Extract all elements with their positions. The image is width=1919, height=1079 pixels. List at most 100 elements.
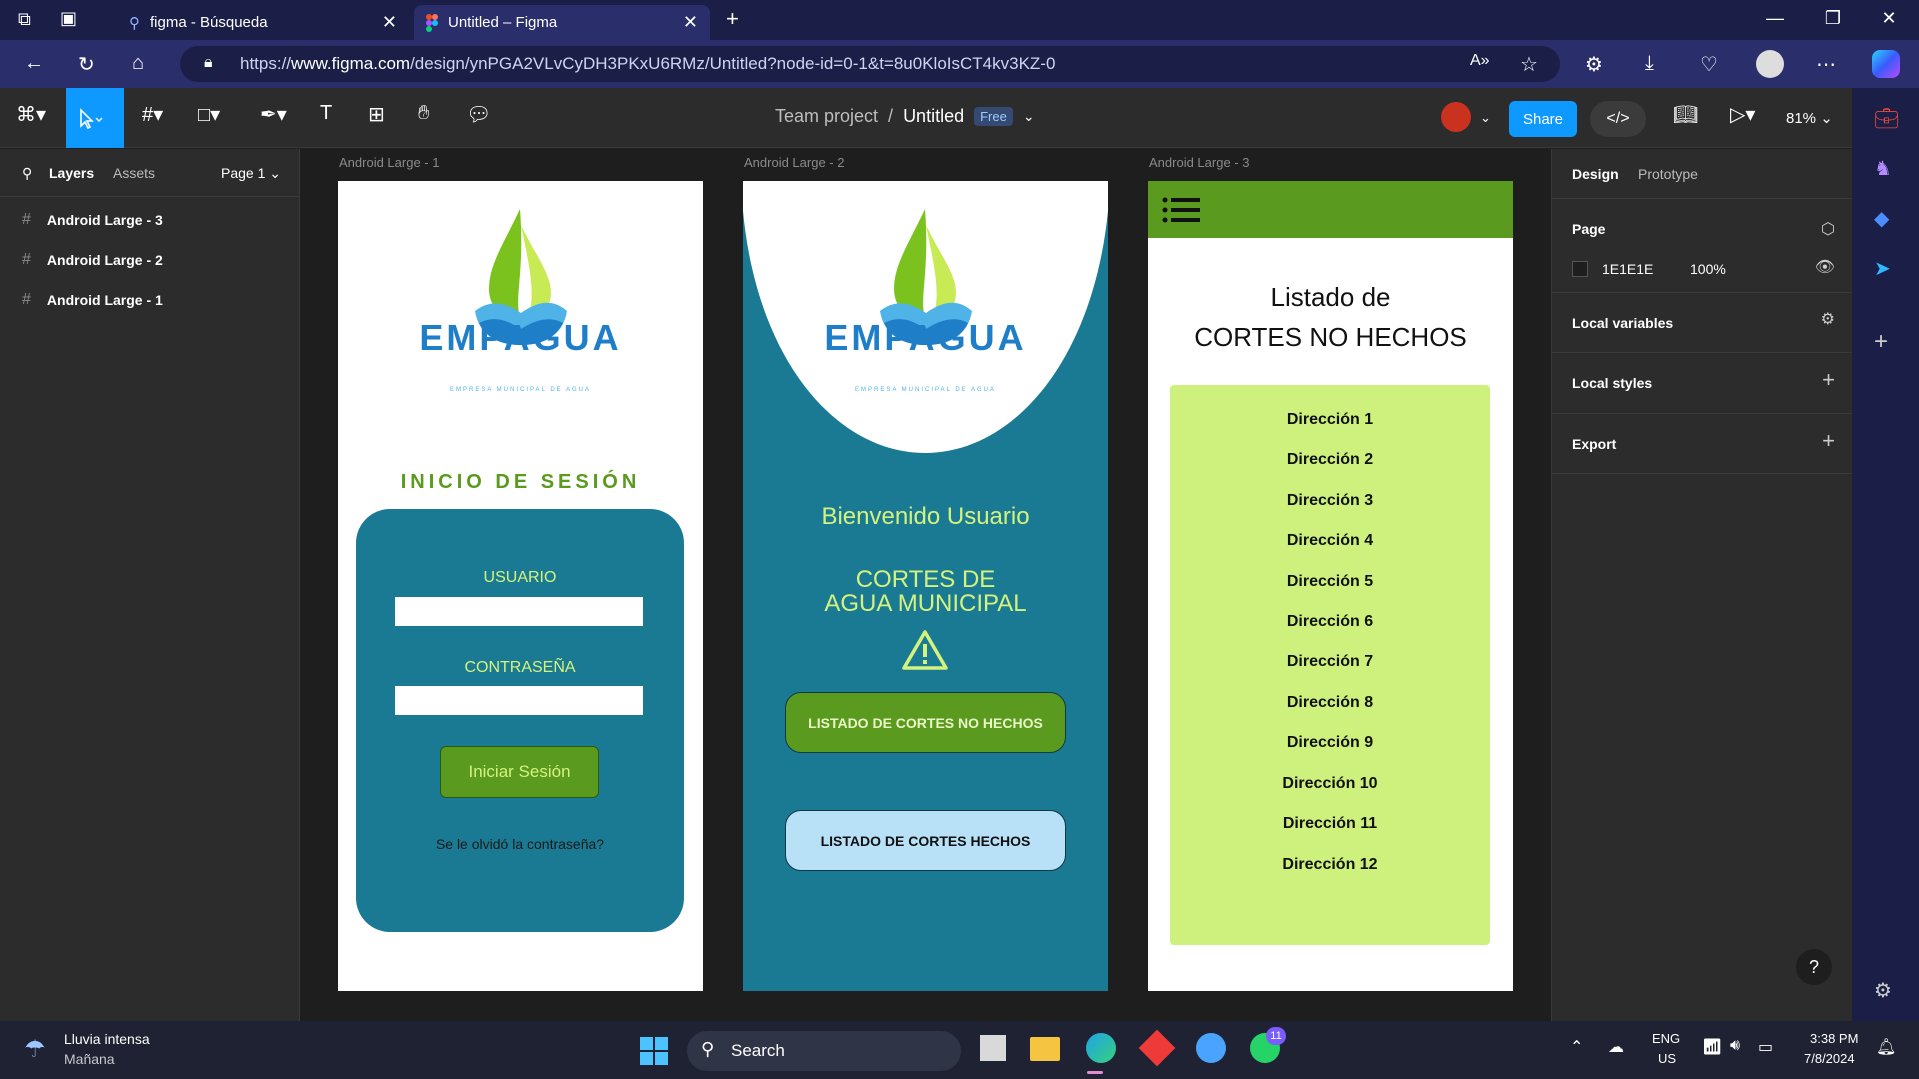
weather-subtitle[interactable]: Mañana xyxy=(64,1051,115,1067)
page-opacity[interactable]: 100% xyxy=(1690,261,1726,277)
variables-settings-icon[interactable]: ⚙ xyxy=(1821,309,1835,329)
page-color-swatch[interactable] xyxy=(1572,261,1588,277)
list-item[interactable]: Dirección 5 xyxy=(1170,573,1490,591)
cortes-no-hechos-button[interactable]: LISTADO DE CORTES NO HECHOS xyxy=(785,692,1066,753)
search-icon[interactable]: ⚲ xyxy=(22,165,32,182)
local-variables-section[interactable]: Local variables ⚙ xyxy=(1552,293,1853,353)
list-item[interactable]: Dirección 11 xyxy=(1170,815,1490,833)
weather-title[interactable]: Lluvia intensa xyxy=(64,1031,150,1047)
layer-android-large-2[interactable]: # Android Large - 2 xyxy=(22,251,163,269)
comment-tool-icon[interactable]: 💬︎ xyxy=(466,102,491,127)
list-item[interactable]: Dirección 12 xyxy=(1170,856,1490,874)
user-avatar[interactable] xyxy=(1441,102,1471,132)
battery-icon[interactable]: ▭ xyxy=(1758,1037,1773,1057)
list-item[interactable]: Dirección 10 xyxy=(1170,775,1490,793)
team-name[interactable]: Team project xyxy=(775,106,878,127)
frame-tool-icon[interactable]: #▾ xyxy=(142,102,163,127)
cortes-hechos-button[interactable]: LISTADO DE CORTES HECHOS xyxy=(785,810,1066,871)
notification-bell-icon[interactable]: 🔔︎ xyxy=(1876,1037,1896,1057)
password-input[interactable] xyxy=(395,686,643,715)
tab-figma-untitled[interactable]: Untitled – Figma ✕ xyxy=(414,5,710,40)
close-icon[interactable]: ✕ xyxy=(683,12,698,33)
zoom-level[interactable]: 81% ⌄ xyxy=(1786,109,1833,127)
file-explorer-icon[interactable] xyxy=(1030,1037,1060,1061)
file-name[interactable]: Untitled xyxy=(903,106,964,127)
clock-time[interactable]: 3:38 PM xyxy=(1810,1031,1858,1046)
list-item[interactable]: Dirección 9 xyxy=(1170,734,1490,752)
refresh-icon[interactable]: ↻ xyxy=(78,52,95,77)
copilot-sidebar-icon[interactable]: ◆ xyxy=(1874,206,1889,231)
minimize-icon[interactable]: — xyxy=(1752,8,1798,29)
copilot-icon[interactable] xyxy=(1872,50,1900,78)
pen-tool-icon[interactable]: ✒▾ xyxy=(260,102,287,127)
shape-tool-icon[interactable]: □▾ xyxy=(198,102,220,127)
tab-prototype[interactable]: Prototype xyxy=(1638,166,1698,182)
frame-label-1[interactable]: Android Large - 1 xyxy=(339,155,439,170)
tab-figma-search[interactable]: ⚲ figma - Búsqueda ✕ xyxy=(117,5,409,40)
help-button[interactable]: ? xyxy=(1796,949,1832,985)
present-play-icon[interactable]: ▷▾ xyxy=(1730,102,1755,127)
extensions-icon[interactable]: ⚙ xyxy=(1585,52,1603,77)
add-style-plus-icon[interactable]: + xyxy=(1822,367,1835,393)
taskbar-search[interactable]: ⚲ Search xyxy=(687,1031,961,1071)
telegram-send-icon[interactable]: ➤ xyxy=(1874,256,1891,281)
resources-tool-icon[interactable]: ⊞ xyxy=(368,102,385,127)
chevron-down-icon[interactable]: ⌄ xyxy=(1023,108,1035,125)
list-item[interactable]: Dirección 3 xyxy=(1170,492,1490,510)
frame-android-large-3[interactable]: Listado de CORTES NO HECHOS Dirección 1 … xyxy=(1148,181,1513,991)
chevron-down-icon[interactable]: ⌄ xyxy=(1480,110,1491,126)
downloads-icon[interactable]: ⤓ xyxy=(1645,52,1654,75)
back-icon[interactable]: ← xyxy=(24,52,44,75)
workspaces-icon[interactable]: ⧉ xyxy=(18,9,31,30)
frame-android-large-1[interactable]: EMPAGUA EMPRESA MUNICIPAL DE AGUA INICIO… xyxy=(338,181,703,991)
sidebar-settings-icon[interactable]: ⚙ xyxy=(1874,978,1892,1003)
figma-app-diamond-icon[interactable] xyxy=(1138,1029,1176,1067)
tab-design[interactable]: Design xyxy=(1572,166,1619,182)
favorite-star-icon[interactable]: ☆ xyxy=(1520,52,1538,77)
list-item[interactable]: Dirección 7 xyxy=(1170,653,1490,671)
frame-android-large-2[interactable]: EMPAGUA EMPRESA MUNICIPAL DE AGUA Bienve… xyxy=(743,181,1108,991)
add-sidebar-app-icon[interactable]: + xyxy=(1874,328,1888,356)
list-item[interactable]: Dirección 8 xyxy=(1170,694,1490,712)
tools-briefcase-icon[interactable]: 💼︎ xyxy=(1874,106,1899,131)
page-color-hex[interactable]: 1E1E1E xyxy=(1602,261,1653,277)
edge-browser-icon[interactable] xyxy=(1086,1033,1116,1063)
more-options-icon[interactable]: ⋯ xyxy=(1816,52,1836,77)
clock-date[interactable]: 7/8/2024 xyxy=(1804,1051,1855,1066)
lang-bottom[interactable]: US xyxy=(1658,1051,1676,1066)
list-item[interactable]: Dirección 2 xyxy=(1170,451,1490,469)
tab-assets[interactable]: Assets xyxy=(113,165,155,181)
styles-icon[interactable]: ⬡ xyxy=(1821,219,1835,239)
task-view-icon[interactable] xyxy=(980,1035,1006,1061)
login-button[interactable]: Iniciar Sesión xyxy=(440,746,599,798)
close-icon[interactable]: ✕ xyxy=(382,12,397,33)
wifi-icon[interactable]: 📶︎ xyxy=(1702,1037,1722,1057)
library-book-icon[interactable]: 📖︎ xyxy=(1673,102,1698,127)
tab-layers[interactable]: Layers xyxy=(49,165,94,181)
games-icon[interactable]: ♞ xyxy=(1874,156,1892,181)
read-aloud-icon[interactable]: A» xyxy=(1470,52,1490,70)
text-tool-icon[interactable]: T xyxy=(320,102,332,125)
home-icon[interactable]: ⌂ xyxy=(132,52,144,75)
windows-start-icon[interactable] xyxy=(640,1037,668,1065)
page-selector[interactable]: Page 1 ⌄ xyxy=(221,165,281,182)
forgot-password-link[interactable]: Se le olvidó la contraseña? xyxy=(356,836,684,852)
address-bar[interactable]: 🔒︎ https://www.figma.com/design/ynPGA2VL… xyxy=(180,46,1560,82)
list-item[interactable]: Dirección 1 xyxy=(1170,411,1490,429)
frame-label-3[interactable]: Android Large - 3 xyxy=(1149,155,1249,170)
tab-actions-icon[interactable]: ▣ xyxy=(60,8,77,29)
layer-android-large-3[interactable]: # Android Large - 3 xyxy=(22,211,163,229)
browser-essentials-icon[interactable]: ♡ xyxy=(1700,52,1718,77)
hamburger-menu-icon[interactable] xyxy=(1162,197,1202,223)
new-tab-icon[interactable]: + xyxy=(726,6,739,32)
hand-tool-icon[interactable]: ✋︎ xyxy=(418,102,429,125)
figma-main-menu-icon[interactable]: ⌘▾ xyxy=(16,102,46,127)
volume-icon[interactable]: 🔊︎ xyxy=(1730,1037,1740,1055)
list-item[interactable]: Dirección 4 xyxy=(1170,532,1490,550)
username-input[interactable] xyxy=(395,597,643,626)
share-button[interactable]: Share xyxy=(1509,101,1577,137)
eye-icon[interactable]: 👁︎ xyxy=(1815,257,1835,277)
help-app-icon[interactable] xyxy=(1196,1033,1226,1063)
list-item[interactable]: Dirección 6 xyxy=(1170,613,1490,631)
add-export-plus-icon[interactable]: + xyxy=(1822,428,1835,454)
